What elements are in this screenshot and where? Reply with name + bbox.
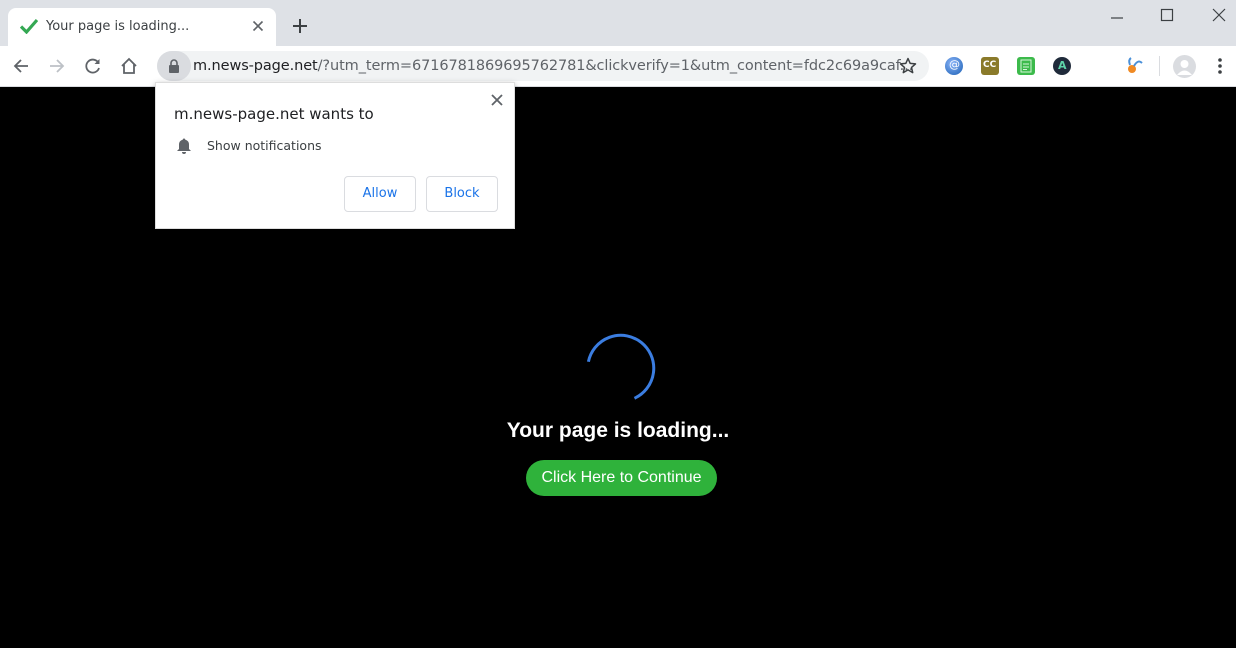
- browser-toolbar: m.news-page.net/?utm_term=67167818696957…: [0, 46, 1236, 87]
- lock-icon: [169, 59, 179, 73]
- checkmark-icon: [20, 18, 38, 34]
- browser-menu-icon[interactable]: [1212, 56, 1228, 76]
- notification-permission-popup: m.news-page.net wants to Show notificati…: [155, 82, 515, 229]
- maximize-icon[interactable]: [1147, 4, 1187, 28]
- url-text[interactable]: m.news-page.net/?utm_term=67167818696957…: [193, 58, 913, 74]
- tab-close-icon[interactable]: [250, 18, 266, 34]
- popup-close-icon[interactable]: [490, 93, 504, 107]
- bookmark-star-icon[interactable]: [899, 57, 917, 75]
- bird-extension-icon[interactable]: [1125, 57, 1143, 75]
- popup-title: m.news-page.net wants to: [174, 105, 374, 123]
- address-bar[interactable]: m.news-page.net/?utm_term=67167818696957…: [157, 51, 929, 81]
- at-glyph: @: [949, 58, 960, 71]
- home-icon[interactable]: [119, 56, 139, 76]
- permission-label: Show notifications: [207, 138, 322, 153]
- window-close-icon[interactable]: [1199, 4, 1236, 28]
- toolbar-separator: [1159, 56, 1160, 76]
- url-path: /?utm_term=6716781869695762781&clickveri…: [317, 58, 914, 74]
- loading-heading: Your page is loading...: [506, 419, 730, 442]
- minimize-icon[interactable]: [1097, 4, 1137, 28]
- block-button[interactable]: Block: [426, 176, 498, 212]
- a-glyph: A: [1058, 59, 1067, 72]
- cc-glyph: CC: [983, 60, 997, 70]
- site-info-button[interactable]: [157, 51, 191, 81]
- bell-icon: [177, 138, 191, 154]
- allow-button[interactable]: Allow: [344, 176, 416, 212]
- back-icon[interactable]: [11, 56, 31, 76]
- loading-spinner: [586, 332, 658, 404]
- tab-strip: Your page is loading...: [0, 0, 1236, 46]
- profile-avatar[interactable]: [1173, 55, 1196, 78]
- cc-extension-icon[interactable]: CC: [981, 57, 999, 75]
- url-host: m.news-page.net: [193, 58, 318, 74]
- green-doc-extension-icon[interactable]: [1017, 57, 1035, 75]
- a-circle-extension-icon[interactable]: A: [1053, 57, 1071, 75]
- reload-icon[interactable]: [83, 56, 103, 76]
- person-icon: [1177, 60, 1192, 75]
- tab-title: Your page is loading...: [46, 19, 190, 34]
- browser-tab[interactable]: Your page is loading...: [8, 8, 276, 46]
- forward-icon[interactable]: [47, 56, 67, 76]
- continue-button[interactable]: Click Here to Continue: [526, 460, 717, 496]
- doc-glyph: [1020, 59, 1032, 73]
- new-tab-icon[interactable]: [290, 16, 310, 36]
- at-sign-extension-icon[interactable]: @: [945, 57, 963, 75]
